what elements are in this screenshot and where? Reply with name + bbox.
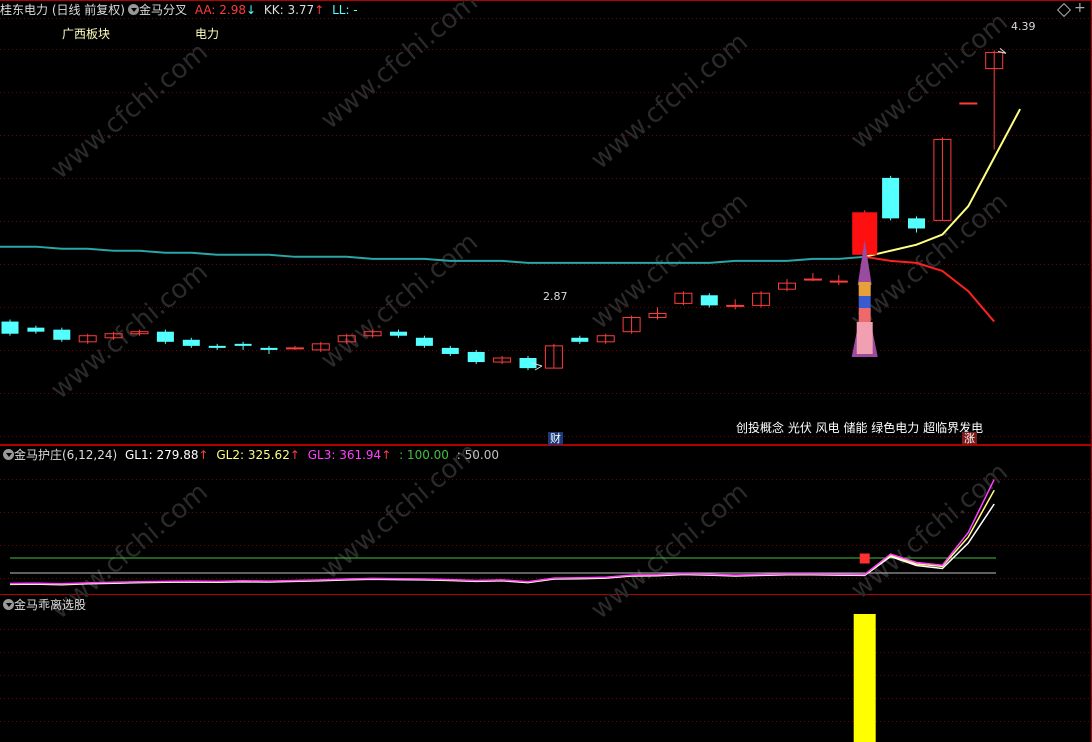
gl3-value: GL3: 361.94 — [307, 448, 382, 462]
candle-body — [208, 345, 226, 348]
deviation-indicator-chart — [853, 614, 876, 742]
chart-canvas: www.cfchi.com www.cfchi.com www.cfchi.com w… — [0, 0, 1092, 742]
candle-body — [27, 327, 45, 332]
candle-body — [908, 218, 925, 229]
candle-body — [829, 280, 848, 283]
candle-body — [571, 337, 589, 342]
candle-body — [700, 295, 718, 306]
gl1-value: GL1: 279.88 — [125, 448, 199, 462]
candle-body — [156, 331, 174, 342]
sector-tag-guangxi[interactable]: 广西板块 — [62, 25, 110, 42]
signal-bar — [853, 614, 876, 742]
gl-panel-title[interactable]: 金马护庄(6,12,24) — [14, 448, 117, 462]
candle-body — [415, 337, 433, 346]
ref100-value: : 100.00 — [399, 448, 449, 462]
dropdown-circle-icon[interactable] — [128, 4, 139, 15]
candle-body — [519, 358, 537, 369]
grid-lines — [0, 0, 1092, 742]
gl2-arrow-icon: ↑ — [289, 448, 300, 462]
candle-body — [234, 343, 252, 346]
watermark-text: www.cfchi.com — [315, 0, 484, 135]
gl1-arrow-icon: ↑ — [198, 448, 209, 462]
candle-body — [390, 331, 407, 336]
gl-panel-header: 金马护庄(6,12,24) GL1: 279.88↑ GL2: 325.62↑ … — [0, 446, 499, 464]
rocket-band — [858, 296, 871, 308]
sector-tag-power[interactable]: 电力 — [195, 25, 219, 42]
deviation-panel-header: 金马乖离选股 — [0, 596, 86, 614]
ll-value: LL: - — [332, 3, 358, 17]
signal-marker-icon — [859, 553, 870, 564]
aa-value: AA: 2.98 — [194, 3, 246, 17]
candle-body — [959, 102, 978, 105]
high-price-label: 4.39 — [1011, 20, 1036, 33]
candle-body — [441, 347, 459, 354]
kk-arrow-icon: ↑ — [314, 3, 325, 17]
dropdown-circle-icon[interactable] — [3, 449, 14, 460]
low-price-label: 2.87 — [543, 290, 568, 303]
candle-body — [726, 304, 745, 307]
candle-body — [285, 347, 304, 350]
candle-body — [882, 177, 900, 219]
gl2-value: GL2: 325.62 — [216, 448, 290, 462]
stock-title: 桂东电力 (日线 前复权) — [0, 3, 125, 17]
candle-body — [53, 329, 71, 340]
gl3-arrow-icon: ↑ — [381, 448, 392, 462]
candle-body — [467, 351, 485, 363]
watermark-text: www.cfchi.com — [585, 27, 754, 175]
rocket-body — [856, 322, 873, 354]
deviation-panel-title[interactable]: 金马乖离选股 — [14, 598, 86, 612]
limit-up-badge[interactable]: 涨 — [962, 432, 977, 445]
watermark-text: www.cfchi.com — [45, 257, 214, 405]
aa-arrow-icon: ↓ — [245, 3, 257, 17]
rocket-band — [858, 282, 871, 296]
plus-icon[interactable]: + — [1074, 0, 1086, 16]
concept-tags[interactable]: 创投概念 光伏 风电 储能 绿色电力 超临界发电 — [736, 419, 983, 436]
finance-badge[interactable]: 财 — [548, 432, 563, 445]
indicator-name[interactable]: 金马分叉 — [139, 3, 187, 17]
watermark-text: www.cfchi.com — [845, 457, 1014, 605]
watermark-text: www.cfchi.com — [845, 7, 1014, 155]
kk-value: KK: 3.77 — [263, 3, 315, 17]
watermark-text: www.cfchi.com — [45, 37, 214, 185]
main-header: 桂东电力 (日线 前复权) 金马分叉 AA: 2.98↓ KK: 3.77↑ LL… — [0, 1, 358, 19]
candle-body — [182, 339, 200, 346]
candle-body — [803, 278, 822, 281]
ref50-value: : 50.00 — [456, 448, 499, 462]
rocket-band — [858, 308, 871, 322]
candle-body — [1, 321, 19, 334]
watermark-text: www.cfchi.com — [585, 477, 754, 625]
dropdown-circle-icon[interactable] — [3, 599, 14, 610]
candle-body — [260, 347, 278, 350]
